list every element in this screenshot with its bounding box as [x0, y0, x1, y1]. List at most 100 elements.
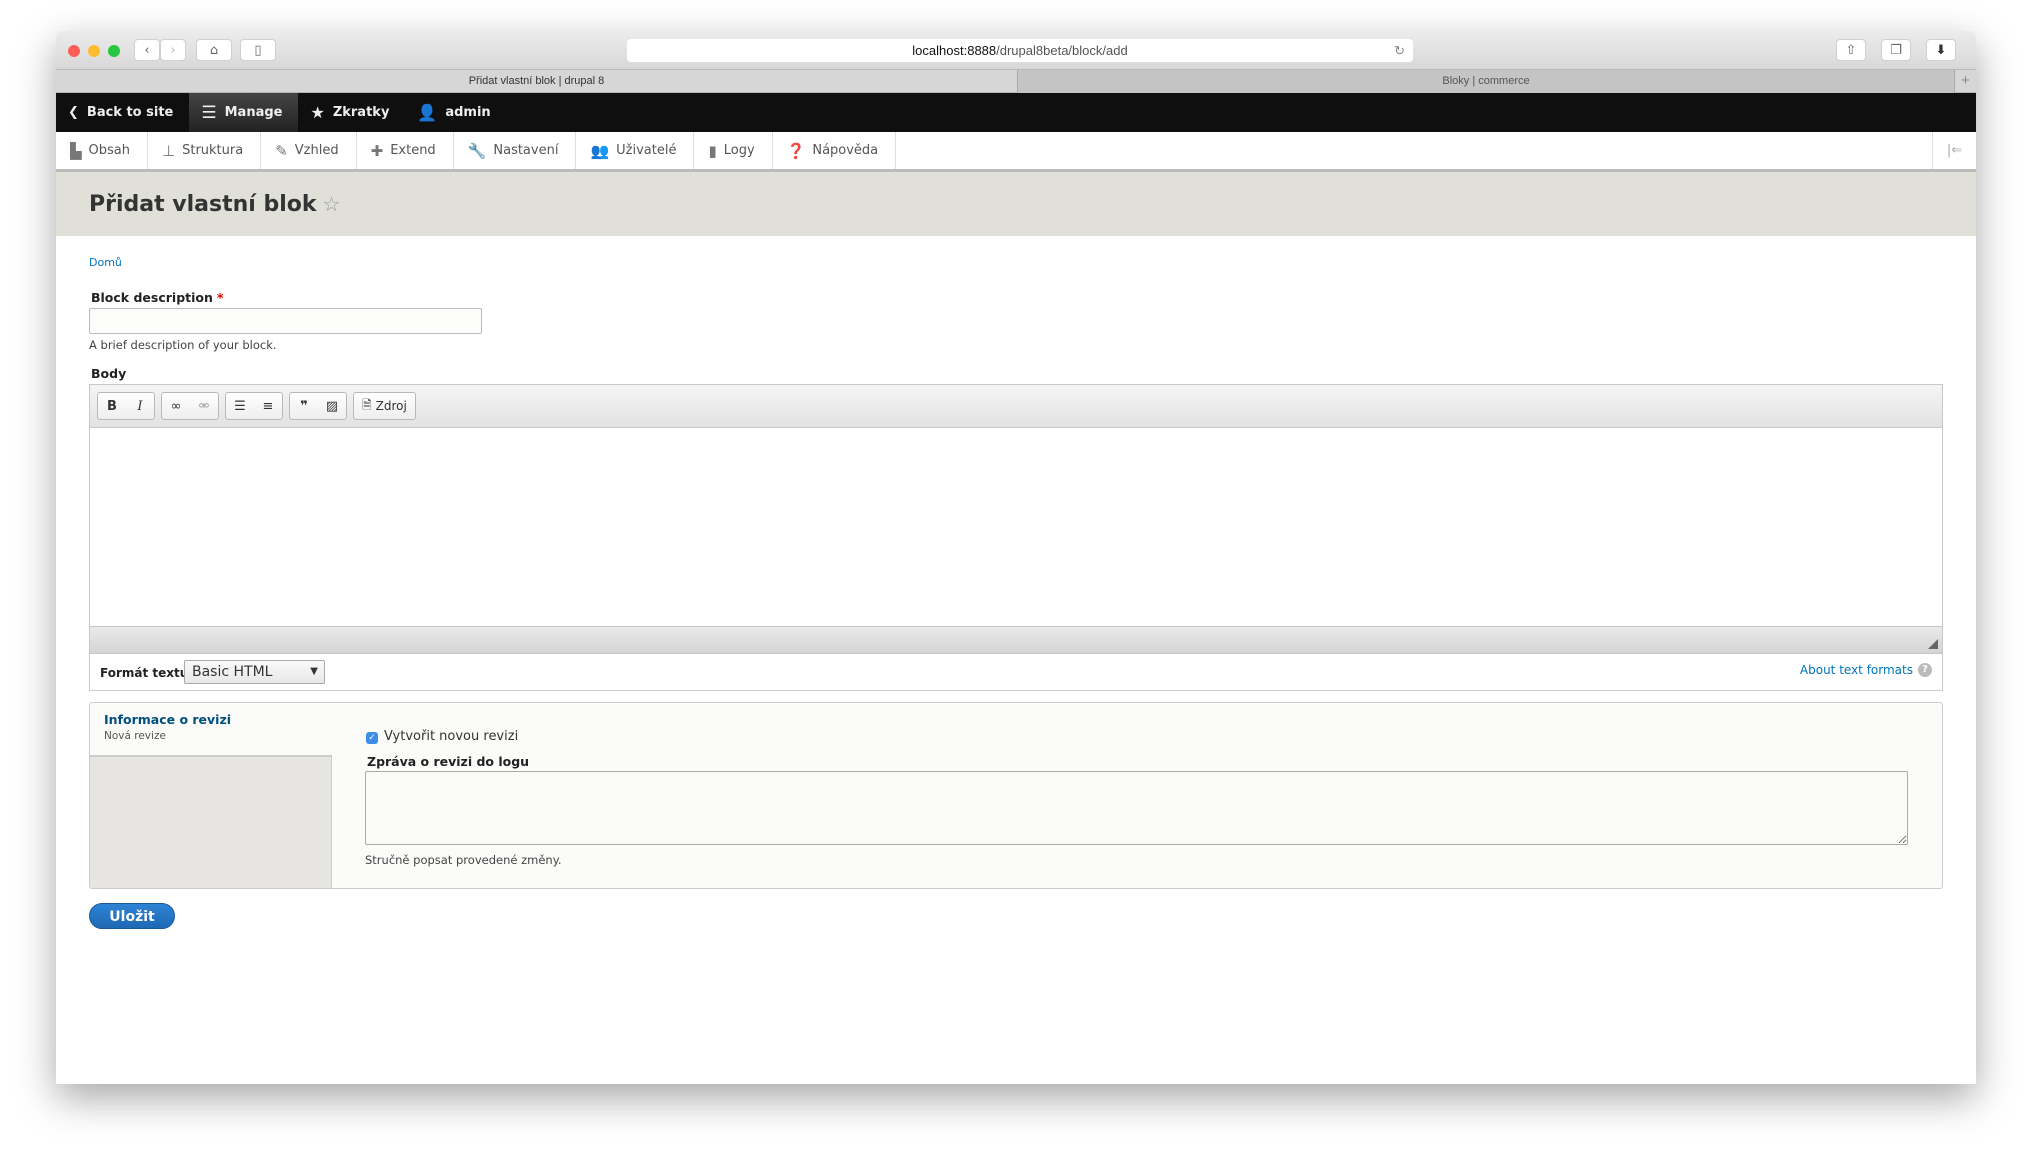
new-revision-label: Vytvořit novou revizi [384, 729, 519, 744]
tray-orientation-icon[interactable]: |⇐ [1932, 132, 1976, 169]
source-file-icon: 🗎 [362, 397, 372, 412]
sitemap-icon: ⊥ [162, 141, 176, 160]
block-description-help: A brief description of your block. [89, 338, 277, 352]
label-text: Block description [91, 290, 213, 305]
source-button[interactable]: 🗎 Zdroj [353, 392, 416, 420]
breadcrumb[interactable]: Domů [89, 256, 122, 269]
star-icon: ★ [310, 103, 325, 122]
new-tab-button[interactable]: + [1954, 70, 1976, 93]
share-icon[interactable]: ⇧ [1836, 39, 1866, 61]
tray-item-vzhled[interactable]: ✎ Vzhled [261, 132, 357, 169]
admin-tray: ▙ Obsah ⊥ Struktura ✎ Vzhled ✚ Extend 🔧 Nasta… [56, 132, 1976, 172]
help-icon: ❓ [786, 141, 806, 160]
admin-toolbar: ❮ Back to site ☰ Manage ★ Zkratky 👤 admin [56, 93, 1976, 132]
revision-info: Informace o revizi Nová revize ✓ Vytvoři… [89, 702, 1943, 889]
resize-handle-icon[interactable] [1928, 639, 1938, 649]
brush-icon: ✎ [275, 141, 288, 160]
users-icon: 👥 [590, 141, 610, 160]
back-label: Back to site [86, 105, 174, 120]
vertical-tab-revision[interactable]: Informace o revizi Nová revize [90, 703, 332, 757]
tray-item-extend[interactable]: ✚ Extend [357, 132, 454, 169]
about-label: About text formats [1799, 663, 1913, 677]
tab-active[interactable]: Přidat vlastní blok | drupal 8 [56, 70, 1017, 93]
user-icon: 👤 [417, 103, 438, 122]
browser-chrome: ‹ › ⌂ ▯ localhost:8888/drupal8beta/block… [56, 31, 1976, 70]
block-description-input[interactable] [89, 308, 482, 334]
tray-label: Uživatelé [616, 143, 677, 158]
about-text-formats-link[interactable]: About text formats? [1800, 663, 1932, 677]
wrench-icon: 🔧 [467, 141, 487, 160]
forward-icon[interactable]: › [160, 39, 186, 61]
puzzle-icon: ✚ [370, 141, 384, 160]
user-button[interactable]: 👤 admin [405, 93, 506, 132]
home-icon[interactable]: ⌂ [196, 39, 232, 61]
editor-statusbar [90, 626, 1942, 653]
file-icon: ▙ [70, 141, 82, 160]
back-to-site-button[interactable]: ❮ Back to site [56, 93, 189, 132]
unlink-icon[interactable]: ⚮ [190, 399, 218, 414]
format-value: Basic HTML [192, 664, 273, 680]
chart-icon: ▮ [708, 141, 717, 160]
tab-inactive[interactable]: Bloky | commerce [1017, 70, 1954, 93]
page-title: Přidat vlastní blok ☆ [89, 192, 340, 217]
minimize-window-button[interactable] [88, 45, 100, 57]
body-label: Body [91, 366, 127, 381]
close-window-button[interactable] [68, 45, 80, 57]
menu-icon: ☰ [201, 102, 217, 123]
blockquote-icon[interactable]: ❞ [290, 399, 318, 414]
tray-label: Obsah [88, 143, 131, 158]
tray-label: Extend [390, 143, 436, 158]
tabs-icon[interactable]: ❐ [1881, 39, 1911, 61]
format-select[interactable]: Basic HTML ▼ [184, 660, 325, 684]
new-revision-checkbox[interactable]: ✓ [366, 732, 378, 744]
chevron-left-circle-icon: ❮ [68, 105, 79, 120]
shortcuts-button[interactable]: ★ Zkratky [298, 93, 405, 132]
revision-tab-summary: Nová revize [104, 730, 166, 742]
url-path: /drupal8beta/block/add [996, 43, 1128, 58]
user-label: admin [445, 105, 491, 120]
bulleted-list-icon[interactable]: ☰ [226, 399, 254, 414]
revision-log-help: Stručně popsat provedené změny. [365, 853, 562, 867]
revision-log-label: Zpráva o revizi do logu [367, 754, 530, 769]
reload-icon[interactable]: ↻ [1394, 39, 1405, 62]
browser-tabs: Přidat vlastní blok | drupal 8 Bloky | c… [56, 70, 1976, 93]
image-icon[interactable]: ▨ [318, 399, 346, 414]
revision-log-textarea[interactable] [365, 771, 1908, 845]
tray-item-logy[interactable]: ▮ Logy [694, 132, 773, 169]
revision-tab-title: Informace o revizi [104, 712, 232, 727]
address-bar[interactable]: localhost:8888/drupal8beta/block/add ↻ [627, 39, 1413, 62]
tray-item-obsah[interactable]: ▙ Obsah [56, 132, 149, 169]
tray-item-struktura[interactable]: ⊥ Struktura [148, 132, 262, 169]
back-icon[interactable]: ‹ [134, 39, 160, 61]
tray-label: Nápověda [812, 143, 879, 158]
manage-button[interactable]: ☰ Manage [189, 93, 299, 132]
download-icon[interactable]: ⬇ [1926, 39, 1956, 61]
format-label: Formát textu [100, 666, 189, 680]
maximize-window-button[interactable] [108, 45, 120, 57]
tray-label: Struktura [182, 143, 244, 158]
page-header: Přidat vlastní blok ☆ [56, 172, 1976, 236]
tray-label: Vzhled [294, 143, 339, 158]
save-button[interactable]: Uložit [89, 903, 175, 929]
dropdown-arrow-icon: ▼ [310, 666, 318, 677]
link-icon[interactable]: ∞ [162, 399, 190, 414]
star-outline-icon[interactable]: ☆ [323, 192, 341, 216]
shortcuts-label: Zkratky [332, 105, 390, 120]
page-title-text: Přidat vlastní blok [89, 192, 317, 217]
source-label: Zdroj [375, 399, 407, 413]
help-icon: ? [1918, 663, 1932, 677]
editor-content-area[interactable] [90, 428, 1942, 626]
editor-toolbar: BI ∞ ⚮ ☰ ≡ ❞ ▨ 🗎 Zdroj [90, 385, 1942, 428]
tray-label: Nastavení [493, 143, 559, 158]
manage-label: Manage [224, 105, 283, 120]
tray-item-uzivatele[interactable]: 👥 Uživatelé [576, 132, 695, 169]
numbered-list-icon[interactable]: ≡ [254, 399, 282, 414]
tray-item-napoveda[interactable]: ❓ Nápověda [773, 132, 897, 169]
tray-item-nastaveni[interactable]: 🔧 Nastavení [454, 132, 577, 169]
body-editor: BI ∞ ⚮ ☰ ≡ ❞ ▨ 🗎 Zdroj Formát textu Basic HT… [89, 384, 1943, 691]
browser-window: ‹ › ⌂ ▯ localhost:8888/drupal8beta/block… [56, 31, 1976, 1084]
tray-label: Logy [723, 143, 755, 158]
sidebar-icon[interactable]: ▯ [240, 39, 276, 61]
italic-icon[interactable]: I [126, 399, 154, 414]
bold-icon[interactable]: B [98, 399, 126, 414]
